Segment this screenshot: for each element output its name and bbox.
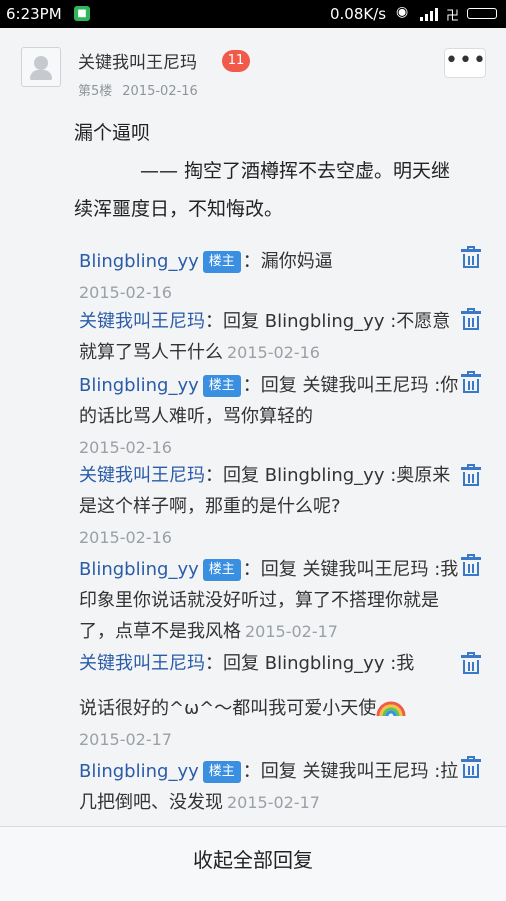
rainbow-emoji-icon xyxy=(376,696,406,717)
battery-icon xyxy=(467,8,497,19)
reply-separator: ： xyxy=(242,375,261,396)
reply-author[interactable]: Blingbling_yy xyxy=(79,559,199,580)
reply-author[interactable]: Blingbling_yy xyxy=(79,251,199,272)
sim-glyph: 卍 xyxy=(446,9,460,24)
reply-author[interactable]: 关键我叫王尼玛 xyxy=(79,653,205,674)
network-speed: 0.08K/s xyxy=(330,5,387,23)
reply-date: 2015-02-17 xyxy=(245,622,338,641)
owner-badge: 楼主 xyxy=(202,251,241,273)
owner-badge: 楼主 xyxy=(202,761,241,783)
owner-badge: 楼主 xyxy=(202,375,241,397)
delete-icon[interactable] xyxy=(461,756,481,778)
signal-icon xyxy=(420,7,438,21)
app-notification-icon: ■ xyxy=(74,6,90,21)
reply-separator: ： xyxy=(242,251,261,272)
post-content: 漏个逼呗 —— 掏空了酒樽挥不去空虚。明天继 续浑噩度日，不知悔改。 xyxy=(74,114,496,228)
reply-text: 回复 Blingbling_yy :我 xyxy=(223,653,415,674)
status-bar: 6:23PM ■ 0.08K/s ◉ 卍 xyxy=(0,0,506,28)
reply-separator: ： xyxy=(205,311,223,332)
reply-item: Blingbling_yy 楼主 ：回复 关键我叫王尼玛 :你的话比骂人难听，骂你算… xyxy=(79,370,459,463)
post-header: 关键我叫王尼玛 11 第5楼 2015-02-16 ••• xyxy=(0,28,506,104)
post-content-line: 漏个逼呗 xyxy=(74,122,151,144)
level-badge: 11 xyxy=(222,50,250,72)
reply-item: 关键我叫王尼玛：回复 Blingbling_yy :奥原来是这个样子啊，那重的是… xyxy=(79,460,459,553)
reply-item: Blingbling_yy 楼主 ：漏你妈逼 2015-02-16 xyxy=(79,246,459,308)
delete-icon[interactable] xyxy=(461,554,481,576)
reply-item: 关键我叫王尼玛：回复 Blingbling_yy :不愿意就算了骂人干什么 201… xyxy=(79,306,459,368)
reply-author[interactable]: 关键我叫王尼玛 xyxy=(79,311,205,332)
delete-icon[interactable] xyxy=(461,371,481,393)
delete-icon[interactable] xyxy=(461,308,481,330)
owner-badge: 楼主 xyxy=(202,559,241,581)
more-options-button[interactable]: ••• xyxy=(444,48,486,78)
reply-date: 2015-02-17 xyxy=(227,793,320,812)
reply-author[interactable]: Blingbling_yy xyxy=(79,375,199,396)
reply-item: 关键我叫王尼玛：回复 Blingbling_yy :我 说话很好的^ω^～都叫我… xyxy=(79,648,459,755)
status-time: 6:23PM xyxy=(6,5,62,23)
reply-date: 2015-02-16 xyxy=(79,438,172,457)
reply-date: 2015-02-16 xyxy=(227,343,320,362)
floor-number: 第5楼 xyxy=(78,84,113,99)
collapse-all-replies-button[interactable]: 收起全部回复 xyxy=(0,827,506,879)
reply-date: 2015-02-16 xyxy=(79,283,172,302)
post-floor-info: 第5楼 2015-02-16 xyxy=(78,80,198,99)
reply-date: 2015-02-16 xyxy=(79,528,172,547)
post-content-line: 续浑噩度日，不知悔改。 xyxy=(74,198,284,220)
wifi-icon: ◉ xyxy=(396,4,409,20)
delete-icon[interactable] xyxy=(461,652,481,674)
reply-separator: ： xyxy=(205,653,223,674)
delete-icon[interactable] xyxy=(461,464,481,486)
reply-author[interactable]: Blingbling_yy xyxy=(79,761,199,782)
avatar[interactable] xyxy=(21,47,61,87)
reply-text: 漏你妈逼 xyxy=(260,251,333,272)
post-date: 2015-02-16 xyxy=(122,84,198,99)
reply-item: Blingbling_yy 楼主 ：回复 关键我叫王尼玛 :拉几把倒吧、没发现 201… xyxy=(79,756,459,818)
post-content-line: —— 掏空了酒樽挥不去空虚。明天继 xyxy=(140,160,451,182)
reply-text-continued: 说话很好的^ω^～都叫我可爱小天使 xyxy=(79,693,459,724)
reply-item: Blingbling_yy 楼主 ：回复 关键我叫王尼玛 :我印象里你说话就没好听过… xyxy=(79,554,459,647)
reply-text: 说话很好的^ω^～都叫我可爱小天使 xyxy=(79,698,377,719)
reply-date: 2015-02-17 xyxy=(79,730,172,749)
reply-author[interactable]: 关键我叫王尼玛 xyxy=(79,465,205,486)
reply-separator: ： xyxy=(242,761,261,782)
collapse-bar: 收起全部回复 xyxy=(0,826,506,901)
reply-separator: ： xyxy=(242,559,261,580)
reply-separator: ： xyxy=(205,465,223,486)
post-username[interactable]: 关键我叫王尼玛 xyxy=(78,48,197,73)
delete-icon[interactable] xyxy=(461,246,481,268)
